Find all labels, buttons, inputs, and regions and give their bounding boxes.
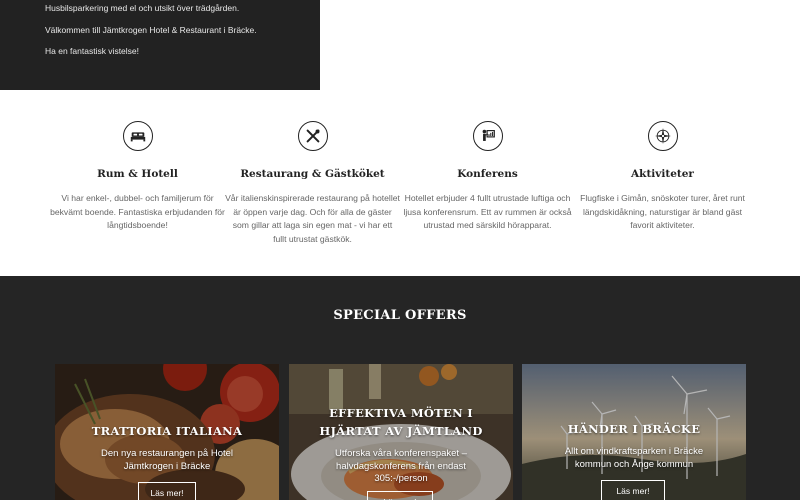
intro-blank	[320, 0, 800, 90]
offer-title: EFFEKTIVA MÖTEN I HJÄRTAT AV JÄMTLAND	[319, 406, 483, 438]
features-section: Rum & Hotell Vi har enkel-, dubbel- och …	[0, 90, 800, 276]
read-more-button[interactable]: Läs mer!	[138, 482, 196, 500]
offer-card-conference[interactable]: EFFEKTIVA MÖTEN I HJÄRTAT AV JÄMTLAND Ut…	[289, 364, 513, 500]
intro-text-parking: Husbilsparkering med el och utsikt över …	[45, 3, 240, 13]
offer-card-trattoria[interactable]: TRATTORIA ITALIANA Den nya restaurangen …	[55, 364, 279, 500]
offer-text: Utforska våra konferenspaket – halvdagsk…	[334, 448, 467, 484]
feature-restaurant-title: Restaurang & Gästköket	[240, 168, 385, 180]
read-more-button[interactable]: Läs mer!	[601, 480, 665, 500]
offer-text: Den nya restaurangen på Hotel Jämtkrogen…	[100, 448, 234, 472]
feature-rooms-text: Vi har enkel-, dubbel- och familjerum fö…	[50, 193, 225, 231]
offer-title: HÄNDER I BRÄCKE	[567, 422, 701, 436]
feature-conference-title: Konferens	[457, 168, 518, 180]
feature-activities-text: Flugfiske i Gimån, snöskoter turer, året…	[580, 193, 745, 231]
offer-text: Allt om vindkraftsparken i Bräcke kommun…	[564, 446, 704, 470]
compass-icon	[648, 121, 678, 151]
intro-text-welcome: Välkommen till Jämtkrogen Hotel & Restau…	[45, 25, 257, 35]
feature-conference-text: Hotellet erbjuder 4 fullt utrustade luft…	[403, 193, 572, 231]
intro-text-stay: Ha en fantastisk vistelse!	[45, 46, 140, 56]
special-offers-section: SPECIAL OFFERS TRATTORIA ITALIANA Den ny…	[0, 276, 800, 500]
offers-heading: SPECIAL OFFERS	[333, 308, 467, 323]
feature-activities-title: Aktiviteter	[631, 168, 694, 180]
feature-rooms-title: Rum & Hotell	[97, 168, 178, 180]
presentation-icon	[473, 121, 503, 151]
bed-icon	[123, 121, 153, 151]
feature-restaurant-text: Vår italienskinspirerade restaurang på h…	[225, 193, 400, 244]
offer-card-bracke[interactable]: HÄNDER I BRÄCKE Allt om vindkraftsparken…	[522, 364, 746, 500]
intro-panel: Husbilsparkering med el och utsikt över …	[0, 0, 320, 90]
cutlery-icon	[298, 121, 328, 151]
read-more-button[interactable]: Läs mer!	[367, 491, 433, 500]
offer-title: TRATTORIA ITALIANA	[91, 424, 243, 438]
